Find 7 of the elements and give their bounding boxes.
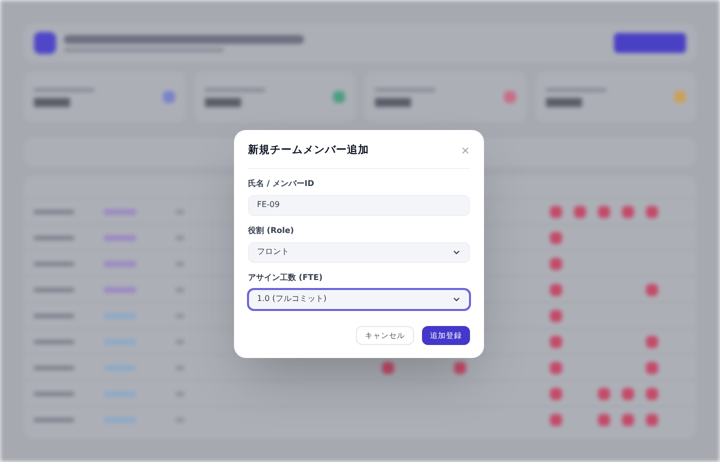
dialog-title: 新規チームメンバー追加 xyxy=(248,143,369,158)
select-field[interactable]: 1.0 (フルコミット) xyxy=(248,288,470,310)
input-field[interactable]: FE-09 xyxy=(248,194,470,216)
select-field[interactable]: フロント xyxy=(248,242,470,263)
field-label: アサイン工数 (FTE) xyxy=(248,272,324,284)
field-label: 役割 (Role) xyxy=(248,224,295,237)
field-label: 氏名 / メンバーID xyxy=(248,178,316,190)
